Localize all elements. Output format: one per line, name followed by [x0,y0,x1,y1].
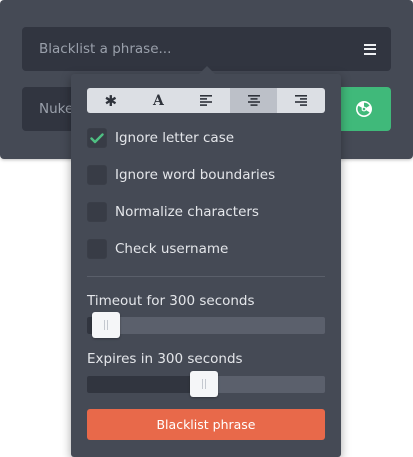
font-icon: A [152,92,164,109]
slider-handle[interactable] [190,371,218,397]
mode-font-button[interactable]: A [135,88,183,113]
mode-align-right-button[interactable] [277,88,325,113]
mode-align-left-button[interactable] [182,88,230,113]
expires-label: Expires in 300 seconds [87,351,243,367]
option-label: Ignore word boundaries [115,167,276,183]
checkbox[interactable] [87,202,107,222]
option-check-username[interactable]: Check username [87,238,228,260]
asterisk-icon: ✱ [104,91,118,110]
checkbox[interactable] [87,165,107,185]
hamburger-menu-icon[interactable] [359,38,381,60]
popover-arrow [199,66,215,74]
mode-asterisk-button[interactable]: ✱ [87,88,135,113]
option-ignore-case[interactable]: Ignore letter case [87,127,234,149]
align-right-icon [295,95,308,106]
option-label: Normalize characters [115,204,259,220]
checkbox[interactable] [87,239,107,259]
phrase-input[interactable] [22,27,352,71]
options-popover: ✱ A Ignore letter case Ignore word bound… [71,66,341,457]
slider-fill [87,376,204,393]
timeout-slider[interactable] [87,312,325,338]
phrase-input-wrapper [22,27,391,71]
radiation-icon [355,101,372,117]
divider [87,276,325,277]
align-left-icon [199,95,212,106]
timeout-label: Timeout for 300 seconds [87,293,255,309]
option-ignore-word-boundaries[interactable]: Ignore word boundaries [87,164,275,186]
option-label: Ignore letter case [115,130,235,146]
expires-slider[interactable] [87,371,325,397]
slider-handle[interactable] [92,312,120,338]
mode-align-center-button[interactable] [229,88,278,113]
option-label: Check username [115,241,229,257]
match-mode-selector: ✱ A [87,88,325,113]
align-center-icon [247,95,260,106]
blacklist-phrase-button[interactable]: Blacklist phrase [87,409,325,440]
checkmark-icon [90,132,104,143]
option-normalize-characters[interactable]: Normalize characters [87,201,259,223]
checkbox[interactable] [87,128,107,148]
nuke-button[interactable] [336,87,391,131]
